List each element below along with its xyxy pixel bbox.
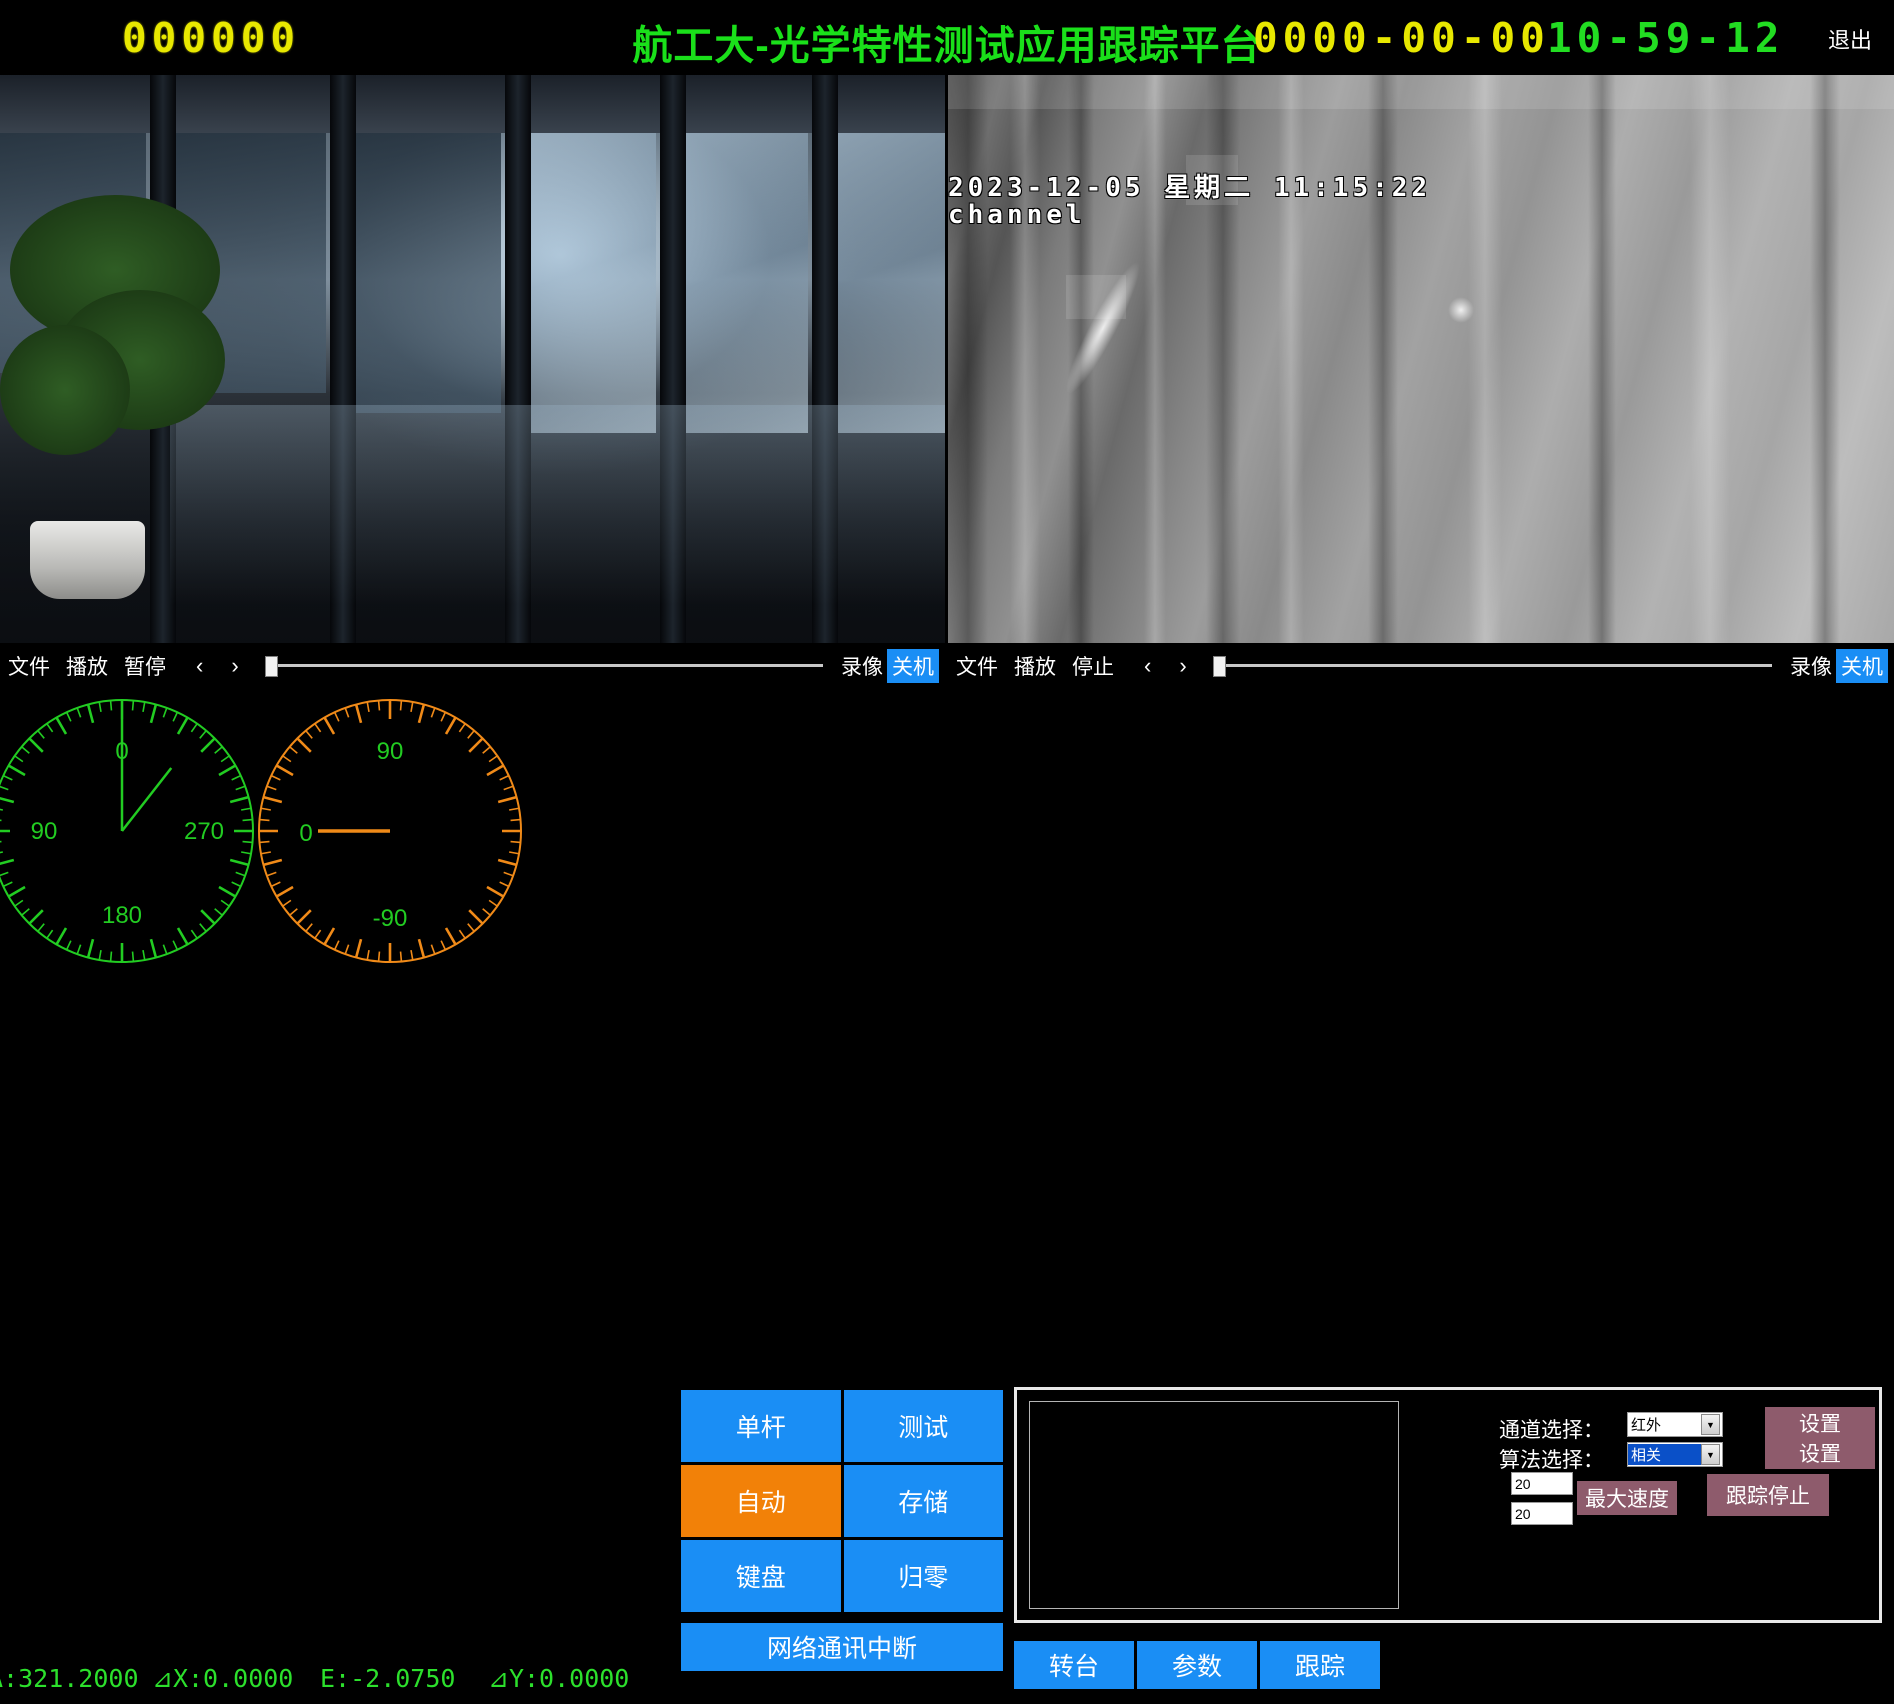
azimuth-gauge: 0 90 270 180 [0, 691, 262, 971]
infrared-video-pane[interactable] [948, 75, 1894, 643]
elevation-gauge-svg: 90 0 -90 [258, 699, 522, 963]
chevron-down-icon[interactable]: ▼ [1701, 1444, 1720, 1465]
algorithm-select-value: 相关 [1628, 1444, 1701, 1465]
app-header: 000000 航工大-光学特性测试应用跟踪平台 0000-00-00 10-59… [0, 0, 1894, 75]
ir-light-band [1468, 75, 1502, 643]
seek-slider-track-left [274, 664, 823, 667]
mode-button-store[interactable]: 存储 [843, 1465, 1003, 1537]
exit-button[interactable]: 退出 [1828, 23, 1872, 55]
channel-settings-button[interactable]: 设置 [1765, 1407, 1875, 1439]
track-stop-button[interactable]: 跟踪停止 [1707, 1474, 1829, 1516]
file-button-left[interactable]: 文件 [8, 651, 50, 681]
tracking-panel: 通道选择： 红外 ▼ 设置 算法选择： 相关 ▼ 设置 20 20 最大速度 跟… [1014, 1387, 1882, 1623]
ir-shade-band [1810, 75, 1840, 643]
mode-button-test[interactable]: 测试 [843, 1390, 1003, 1462]
scene-floor-reflection [170, 405, 945, 605]
mode-button-single-rod[interactable]: 单杆 [681, 1390, 841, 1462]
scene-glass [686, 133, 808, 433]
speed-y-input[interactable]: 20 [1511, 1502, 1573, 1525]
status-elevation: E:-2.0750 [320, 1664, 456, 1693]
azimuth-label-right: 270 [184, 818, 224, 845]
ir-light-band [1010, 75, 1040, 643]
azimuth-gauge-svg: 0 90 270 180 [0, 699, 254, 963]
prev-arrow-icon-right[interactable]: ‹ [1144, 653, 1151, 679]
power-off-button-left[interactable]: 关机 [887, 649, 939, 683]
next-arrow-icon-right[interactable]: › [1179, 653, 1186, 679]
power-off-button-right[interactable]: 关机 [1836, 649, 1888, 683]
play-button-right[interactable]: 播放 [1014, 651, 1056, 681]
scene-glass [531, 133, 656, 433]
system-date-display: 0000-00-00 [1253, 14, 1550, 62]
chevron-down-icon[interactable]: ▼ [1701, 1414, 1720, 1435]
azimuth-label-left: 90 [31, 818, 58, 845]
prev-arrow-icon-left[interactable]: ‹ [196, 653, 203, 679]
azimuth-needle-secondary [121, 767, 173, 832]
scene-plant-pot [30, 521, 145, 599]
play-button-left[interactable]: 播放 [66, 651, 108, 681]
azimuth-label-bottom: 180 [102, 902, 142, 929]
tracking-preview-box[interactable] [1029, 1401, 1399, 1609]
tab-parameters[interactable]: 参数 [1137, 1641, 1257, 1689]
status-readout-row: A:321.2000 ⊿X:0.0000 E:-2.0750 ⊿Y:0.0000 [0, 1664, 680, 1704]
seek-slider-track-right [1222, 664, 1772, 667]
player-bar-right: 文件 播放 停止 ‹ › 录像 关机 [948, 643, 1894, 689]
record-button-left[interactable]: 录像 [841, 651, 883, 681]
seek-slider-thumb-right[interactable] [1212, 656, 1226, 677]
elevation-label-top: 90 [377, 738, 404, 765]
osd-datetime: 2023-12-05 星期二 11:15:22 [948, 173, 1432, 203]
mode-button-keyboard[interactable]: 键盘 [681, 1540, 841, 1612]
algorithm-settings-button[interactable]: 设置 [1765, 1437, 1875, 1469]
seek-slider-left[interactable] [264, 655, 829, 677]
scene-plant [0, 325, 130, 455]
seek-slider-right[interactable] [1212, 655, 1778, 677]
bottom-tab-bar: 转台 参数 跟踪 [1014, 1641, 1380, 1689]
algorithm-select-dropdown[interactable]: 相关 ▼ [1627, 1442, 1723, 1467]
osd-channel-label: channel [948, 200, 1086, 230]
player-bar-left: 文件 播放 暂停 ‹ › 录像 关机 [0, 643, 945, 689]
ir-highlight [1448, 297, 1474, 323]
ir-shade-band [1368, 75, 1398, 643]
system-time-display: 10-59-12 [1547, 14, 1785, 62]
max-speed-button[interactable]: 最大速度 [1577, 1481, 1677, 1515]
channel-select-label: 通道选择： [1499, 1419, 1604, 1442]
visible-light-video-pane[interactable] [0, 75, 945, 643]
control-button-grid: 单杆 测试 自动 存储 键盘 归零 [681, 1390, 1003, 1612]
status-delta-y: ⊿Y:0.0000 [488, 1664, 630, 1693]
elevation-label-left: 0 [299, 820, 312, 847]
elevation-label-bottom: -90 [373, 905, 408, 932]
scene-glass [356, 133, 501, 413]
mode-button-auto[interactable]: 自动 [681, 1465, 841, 1537]
seek-slider-thumb-left[interactable] [264, 656, 278, 677]
status-azimuth: A:321.2000 [0, 1664, 139, 1693]
video-area: 2023-12-05 星期二 11:15:22 channel [0, 75, 1894, 643]
record-button-right[interactable]: 录像 [1790, 651, 1832, 681]
ir-top-panel [948, 75, 1894, 109]
status-delta-x: ⊿X:0.0000 [152, 1664, 294, 1693]
ir-shade-band [948, 75, 988, 643]
network-status-button[interactable]: 网络通讯中断 [681, 1623, 1003, 1671]
tab-tracking[interactable]: 跟踪 [1260, 1641, 1380, 1689]
control-button-panel: 单杆 测试 自动 存储 键盘 归零 网络通讯中断 [681, 1390, 1003, 1684]
bottom-section: 0 90 270 180 90 0 -90 A:321.2000 ⊿X:0.00… [0, 689, 1894, 1693]
visible-light-scene [0, 75, 945, 643]
pause-button-left[interactable]: 暂停 [124, 651, 166, 681]
ir-light-band [1278, 75, 1304, 643]
file-button-right[interactable]: 文件 [956, 651, 998, 681]
speed-x-input[interactable]: 20 [1511, 1472, 1573, 1495]
ir-shade-band [1588, 75, 1616, 643]
scene-glass [838, 133, 945, 433]
scene-ceiling [0, 75, 945, 133]
ir-light-band [1690, 75, 1730, 643]
algorithm-select-label: 算法选择： [1499, 1449, 1604, 1472]
elevation-gauge: 90 0 -90 [250, 691, 530, 971]
infrared-scene [948, 75, 1894, 643]
channel-select-dropdown[interactable]: 红外 ▼ [1627, 1412, 1723, 1437]
mode-button-reset-zero[interactable]: 归零 [843, 1540, 1003, 1612]
ir-light-band [1144, 75, 1166, 643]
channel-select-value: 红外 [1631, 1417, 1662, 1434]
next-arrow-icon-left[interactable]: › [231, 653, 238, 679]
stop-button-right[interactable]: 停止 [1072, 651, 1114, 681]
tab-turntable[interactable]: 转台 [1014, 1641, 1134, 1689]
